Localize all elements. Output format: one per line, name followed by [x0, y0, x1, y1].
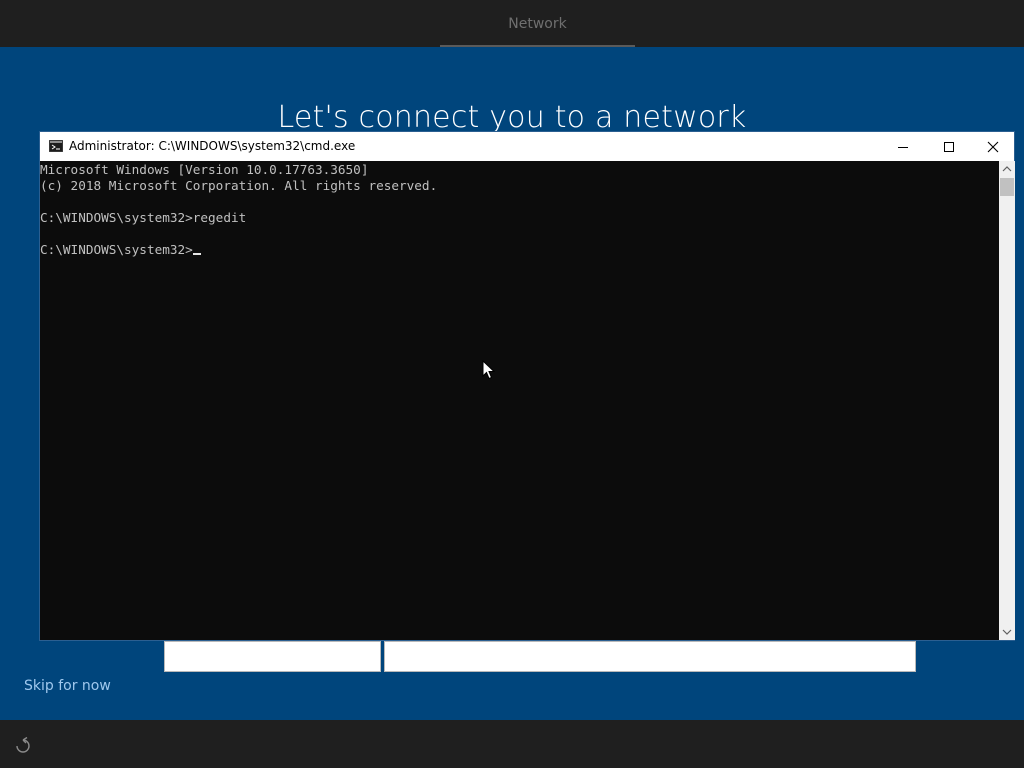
- bottom-bar: [0, 720, 1024, 768]
- maximize-icon: [944, 142, 954, 152]
- top-bar: Network: [0, 0, 1024, 47]
- minimize-button[interactable]: [880, 132, 926, 161]
- console-icon: [49, 140, 63, 152]
- scrollbar-thumb[interactable]: [1000, 178, 1014, 196]
- console-line: (c) 2018 Microsoft Corporation. All righ…: [40, 178, 438, 193]
- minimize-icon: [898, 147, 908, 148]
- tab-network: Network: [508, 16, 567, 32]
- tab-underline: [440, 45, 635, 47]
- text-cursor: [192, 253, 201, 255]
- cmd-title-bar[interactable]: Administrator: C:\WINDOWS\system32\cmd.e…: [40, 132, 1014, 161]
- scroll-up-arrow-icon[interactable]: [999, 161, 1015, 177]
- network-list-column-left[interactable]: [164, 641, 381, 672]
- maximize-button[interactable]: [926, 132, 972, 161]
- vertical-scrollbar[interactable]: [999, 161, 1015, 640]
- console-line: C:\WINDOWS\system32>regedit: [40, 210, 247, 225]
- close-button[interactable]: [970, 132, 1016, 161]
- close-icon: [987, 141, 999, 153]
- scroll-down-arrow-icon[interactable]: [999, 624, 1015, 640]
- oobe-screen: Network Let's connect you to a network S…: [0, 0, 1024, 768]
- skip-for-now-link[interactable]: Skip for now: [24, 676, 111, 696]
- ease-of-access-icon[interactable]: [14, 736, 32, 754]
- page-title: Let's connect you to a network: [277, 100, 747, 135]
- mouse-pointer-icon: [482, 360, 496, 380]
- console-prompt-line[interactable]: C:\WINDOWS\system32>: [40, 242, 998, 258]
- console-prompt: C:\WINDOWS\system32>: [40, 242, 193, 257]
- console-line: Microsoft Windows [Version 10.0.17763.36…: [40, 162, 369, 177]
- console-output[interactable]: Microsoft Windows [Version 10.0.17763.36…: [40, 161, 998, 640]
- network-list-column-right[interactable]: [384, 641, 916, 672]
- cmd-window-title: Administrator: C:\WINDOWS\system32\cmd.e…: [69, 139, 356, 153]
- cmd-window[interactable]: Administrator: C:\WINDOWS\system32\cmd.e…: [39, 131, 1015, 641]
